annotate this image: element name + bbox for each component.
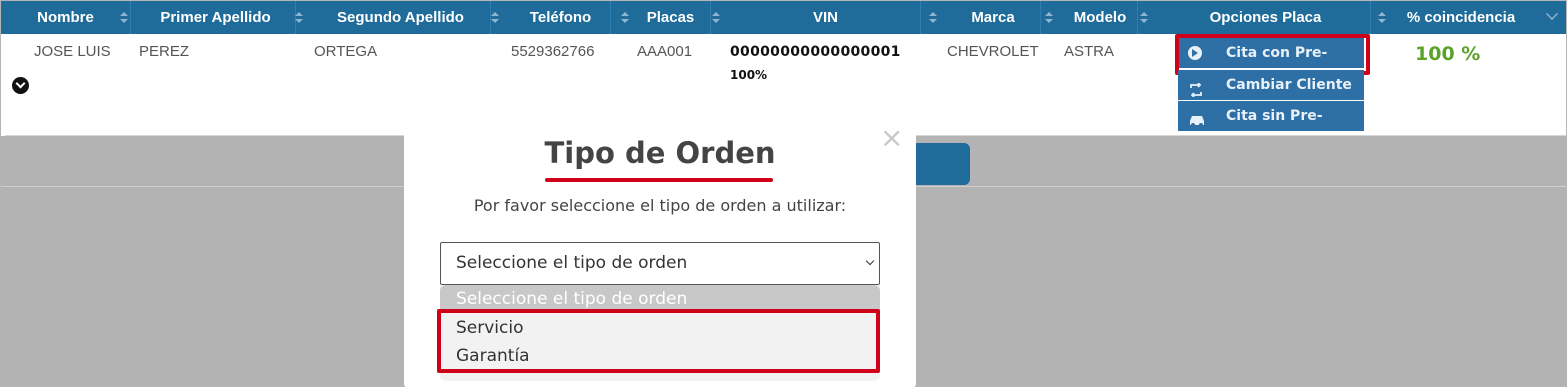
col-header-coincidencia[interactable]: % coincidencia [1386, 1, 1536, 34]
sort-icon[interactable] [1140, 12, 1148, 24]
col-header-nombre[interactable]: Nombre [1, 1, 131, 34]
col-label: Segundo Apellido [337, 9, 464, 26]
cell-telefono: 5529362766 [511, 43, 595, 60]
col-header-marca[interactable]: Marca [946, 1, 1041, 34]
highlight-box [437, 309, 880, 373]
highlight-box [1175, 34, 1370, 75]
tipo-orden-modal: × Tipo de Orden Por favor seleccione el … [404, 112, 916, 387]
sort-icon[interactable] [120, 12, 128, 24]
col-header-placas[interactable]: Placas [631, 1, 711, 34]
select-value: Seleccione el tipo de orden [456, 253, 688, 273]
table-header: Nombre Primer Apellido Segundo Apellido … [1, 1, 1566, 34]
col-label: VIN [812, 9, 838, 26]
sort-icon[interactable] [1378, 12, 1386, 24]
sort-icon[interactable] [295, 12, 303, 24]
cita-sin-preorden-button[interactable]: Cita sin Pre-orden [1178, 101, 1364, 154]
col-label: Primer Apellido [160, 9, 271, 26]
col-header-segundo-apellido[interactable]: Segundo Apellido [311, 1, 491, 34]
col-header-primer-apellido[interactable]: Primer Apellido [136, 1, 296, 34]
button-label: Cambiar Cliente [1226, 77, 1352, 93]
col-header-modelo[interactable]: Modelo [1063, 1, 1138, 34]
col-label: Marca [971, 9, 1015, 26]
modal-title: Tipo de Orden [544, 136, 776, 170]
col-header-vin[interactable]: VIN [731, 1, 921, 34]
cell-nombre: JOSE LUIS [34, 43, 111, 60]
cell-placas: AAA001 [637, 43, 693, 60]
col-label: Nombre [37, 9, 94, 26]
modal-message: Por favor seleccione el tipo de orden a … [473, 196, 847, 215]
sort-icon[interactable] [1045, 12, 1053, 24]
chevron-down-icon [865, 256, 875, 266]
cell-segundo-apellido: ORTEGA [314, 43, 378, 60]
col-header-opciones-placa[interactable]: Opciones Placa [1161, 1, 1371, 34]
col-label: % coincidencia [1406, 9, 1516, 26]
car-icon [1188, 109, 1204, 127]
cell-coincidencia: 100 % [1415, 43, 1481, 65]
title-underline [545, 178, 773, 182]
sort-icon[interactable] [621, 12, 629, 24]
sort-icon[interactable] [712, 12, 720, 24]
col-label: Teléfono [529, 9, 592, 26]
tipo-orden-select[interactable]: Seleccione el tipo de orden [440, 242, 880, 285]
page: Nombre Primer Apellido Segundo Apellido … [1, 1, 1566, 387]
swap-icon [1188, 78, 1202, 98]
expand-row-icon[interactable] [12, 77, 29, 94]
cell-marca: CHEVROLET [947, 43, 1039, 60]
cell-modelo: ASTRA [1064, 43, 1115, 60]
cell-vin: 00000000000000001 [730, 44, 901, 60]
cell-primer-apellido: PEREZ [139, 43, 190, 60]
col-label: Modelo [1073, 9, 1127, 26]
col-label: Placas [646, 9, 695, 26]
sort-icon[interactable] [491, 12, 499, 24]
col-header-telefono[interactable]: Teléfono [511, 1, 611, 34]
col-label: Opciones Placa [1209, 9, 1322, 26]
vin-match-percent: 100% [730, 68, 768, 82]
cambiar-cliente-button[interactable]: Cambiar Cliente [1178, 70, 1364, 100]
sort-icon[interactable] [929, 12, 937, 24]
chevron-down-icon[interactable] [1546, 8, 1558, 20]
